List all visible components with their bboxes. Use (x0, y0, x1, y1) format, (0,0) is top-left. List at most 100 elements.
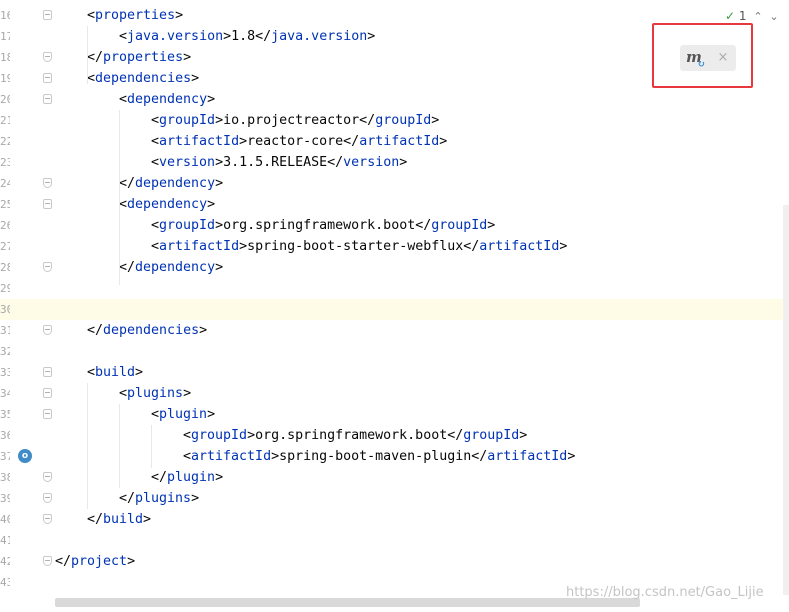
line-number: 34 (0, 387, 10, 400)
line-number: 38 (0, 471, 10, 484)
fold-marker-icon[interactable] (43, 73, 52, 83)
chevron-down-icon[interactable]: ⌄ (769, 10, 778, 23)
code-text: <artifactId>spring-boot-maven-plugin</ar… (183, 449, 576, 464)
line-number: 20 (0, 93, 10, 106)
xml-tag: project (71, 554, 128, 569)
code-editor[interactable]: 16 <properties> 17 <java.version>1.8</java.… (0, 0, 789, 612)
xml-tag: dependencies (103, 323, 200, 338)
xml-tag: properties (95, 8, 176, 23)
line-number: 29 (0, 282, 10, 295)
code-line[interactable]: 41 (0, 530, 789, 551)
code-text: </build> (87, 512, 152, 527)
fold-marker-icon[interactable] (43, 472, 52, 482)
line-number: 16 (0, 9, 10, 22)
check-icon: ✓ (725, 9, 736, 23)
fold-marker-icon[interactable] (43, 178, 52, 188)
xml-tag: build (103, 512, 144, 527)
code-line[interactable]: 32 (0, 341, 789, 362)
line-number: 19 (0, 72, 10, 85)
code-text: <build> (87, 365, 144, 380)
fold-marker-icon[interactable] (43, 325, 52, 335)
code-text: <artifactId>reactor-core</artifactId> (151, 134, 448, 149)
fold-marker-icon[interactable] (43, 409, 52, 419)
watermark-text: https://blog.csdn.net/Gao_Lijie (566, 585, 764, 600)
code-text: <groupId>org.springframework.boot</group… (183, 428, 528, 443)
highlight-annotation-box (652, 23, 753, 88)
code-line[interactable]: 42 </project> (0, 551, 789, 572)
code-text: <plugins> (119, 386, 192, 401)
xml-tag: groupId (159, 113, 216, 128)
fold-marker-icon[interactable] (43, 10, 52, 20)
xml-tag: dependency (127, 197, 208, 212)
line-number: 39 (0, 492, 10, 505)
fold-marker-icon[interactable] (43, 262, 52, 272)
code-line[interactable]: 30 (0, 299, 789, 320)
xml-tag: properties (103, 50, 184, 65)
line-number: 41 (0, 534, 10, 547)
xml-tag: artifactId (191, 449, 272, 464)
xml-tag: dependency (135, 260, 216, 275)
line-number: 40 (0, 513, 10, 526)
xml-value: 1.8 (231, 29, 256, 44)
xml-value: spring-boot-starter-webflux (247, 239, 464, 254)
code-line[interactable]: 40 </build> (0, 509, 789, 530)
code-text: <java.version>1.8</java.version> (119, 29, 376, 44)
line-number: 25 (0, 198, 10, 211)
indent-guide (87, 26, 88, 84)
fold-marker-icon[interactable] (43, 94, 52, 104)
line-number: 30 (0, 303, 10, 316)
xml-value: 3.1.5.RELEASE (223, 155, 328, 170)
line-number: 28 (0, 261, 10, 274)
vertical-scrollbar[interactable] (783, 205, 789, 595)
line-number: 42 (0, 555, 10, 568)
code-text: </dependency> (119, 176, 224, 191)
fold-marker-icon[interactable] (43, 52, 52, 62)
code-line[interactable]: 39 </plugins> (0, 488, 789, 509)
code-text: <groupId>io.projectreactor</groupId> (151, 113, 440, 128)
xml-value: io.projectreactor (223, 113, 360, 128)
line-number: 35 (0, 408, 10, 421)
code-text: </properties> (87, 50, 192, 65)
fold-marker-icon[interactable] (43, 367, 52, 377)
fold-marker-icon[interactable] (43, 556, 52, 566)
xml-tag: plugins (135, 491, 192, 506)
line-number: 43 (0, 576, 10, 589)
chevron-up-icon[interactable]: ⌃ (753, 10, 762, 23)
xml-tag: dependency (127, 92, 208, 107)
xml-tag: build (95, 365, 136, 380)
xml-tag: groupId (191, 428, 248, 443)
code-text: </dependency> (119, 260, 224, 275)
line-number: 27 (0, 240, 10, 253)
code-line[interactable]: 33 <build> (0, 362, 789, 383)
code-text: </plugins> (119, 491, 200, 506)
code-text: <properties> (87, 8, 184, 23)
xml-tag: artifactId (159, 239, 240, 254)
xml-tag: dependency (135, 176, 216, 191)
xml-tag: groupId (159, 218, 216, 233)
indent-guide (119, 404, 120, 488)
indent-guide (87, 383, 88, 509)
xml-tag: plugins (127, 386, 184, 401)
code-text: </plugin> (151, 470, 224, 485)
xml-tag: plugin (159, 407, 208, 422)
override-gutter-icon[interactable]: o (18, 449, 32, 463)
code-text: </project> (55, 554, 136, 569)
xml-tag: artifactId (159, 134, 240, 149)
code-line[interactable]: 20 <dependency> (0, 89, 789, 110)
code-line[interactable]: 31 </dependencies> (0, 320, 789, 341)
horizontal-scrollbar[interactable] (55, 598, 640, 607)
line-number: 22 (0, 135, 10, 148)
fold-marker-icon[interactable] (43, 514, 52, 524)
line-number: 36 (0, 429, 10, 442)
line-number: 21 (0, 114, 10, 127)
fold-marker-icon[interactable] (43, 388, 52, 398)
xml-tag: dependencies (95, 71, 192, 86)
code-text: <dependency> (119, 92, 216, 107)
xml-value: reactor-core (247, 134, 344, 149)
code-text: <dependency> (119, 197, 216, 212)
code-line[interactable]: 34 <plugins> (0, 383, 789, 404)
line-number: 33 (0, 366, 10, 379)
fold-marker-icon[interactable] (43, 493, 52, 503)
line-number: 18 (0, 51, 10, 64)
fold-marker-icon[interactable] (43, 199, 52, 209)
